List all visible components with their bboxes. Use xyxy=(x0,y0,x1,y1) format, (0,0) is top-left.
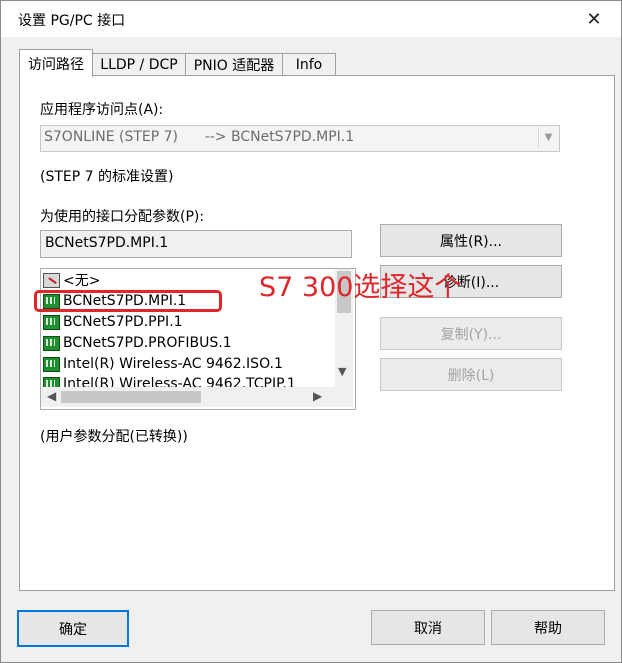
tab-access-path[interactable]: 访问路径 xyxy=(19,49,93,77)
list-item[interactable]: Intel(R) Wireless-AC 9462.ISO.1 xyxy=(43,354,283,374)
tab-pnio-adapter[interactable]: PNIO 适配器 xyxy=(185,53,283,76)
interface-param-label: 为使用的接口分配参数(P): xyxy=(40,209,205,225)
button-label: 属性(R)... xyxy=(439,233,502,250)
chevron-left-icon[interactable]: ◀ xyxy=(47,389,56,403)
vertical-scrollbar[interactable]: ▼ xyxy=(335,269,353,387)
list-item[interactable]: BCNetS7PD.PROFIBUS.1 xyxy=(43,333,232,353)
scrollbar-corner xyxy=(335,387,353,407)
interface-param-field[interactable]: BCNetS7PD.MPI.1 xyxy=(40,230,352,258)
diagnostics-button[interactable]: 诊断(I)... xyxy=(380,265,562,298)
tab-label: LLDP / DCP xyxy=(100,57,178,73)
help-button[interactable]: 帮助 xyxy=(491,610,605,645)
network-card-icon xyxy=(43,293,60,309)
access-point-combobox[interactable]: S7ONLINE (STEP 7) --> BCNetS7PD.MPI.1 ▼ xyxy=(40,125,560,152)
button-label: 帮助 xyxy=(534,620,562,637)
param-status-text: (用户参数分配(已转换)) xyxy=(40,429,188,445)
list-item-label: <无> xyxy=(63,273,101,289)
dialog-window: 设置 PG/PC 接口 ✕ 访问路径 LLDP / DCP PNIO 适配器 I… xyxy=(0,0,622,663)
tab-info[interactable]: Info xyxy=(282,53,336,76)
scroll-thumb[interactable] xyxy=(61,391,201,403)
list-item-label: Intel(R) Wireless-AC 9462.ISO.1 xyxy=(63,356,283,372)
no-interface-icon xyxy=(43,272,60,288)
close-icon: ✕ xyxy=(586,8,602,30)
tab-lldp-dcp[interactable]: LLDP / DCP xyxy=(92,53,186,76)
chevron-right-icon[interactable]: ▶ xyxy=(313,389,322,403)
tab-label: PNIO 适配器 xyxy=(193,58,275,74)
tab-label: 访问路径 xyxy=(28,56,84,73)
title-bar: 设置 PG/PC 接口 ✕ xyxy=(1,1,621,37)
close-button[interactable]: ✕ xyxy=(577,5,611,33)
list-item[interactable]: <无> xyxy=(43,270,100,290)
button-label: 复制(Y)... xyxy=(440,326,502,343)
scroll-thumb[interactable] xyxy=(337,271,351,313)
button-label: 确定 xyxy=(59,621,87,638)
list-item[interactable]: BCNetS7PD.PPI.1 xyxy=(43,312,183,332)
access-point-label: 应用程序访问点(A): xyxy=(40,102,164,118)
button-label: 删除(L) xyxy=(447,367,495,384)
delete-button[interactable]: 删除(L) xyxy=(380,358,562,391)
ok-button[interactable]: 确定 xyxy=(17,610,129,647)
cancel-button[interactable]: 取消 xyxy=(371,610,485,645)
interface-param-value: BCNetS7PD.MPI.1 xyxy=(45,235,169,251)
standard-setting-note: (STEP 7 的标准设置) xyxy=(40,169,174,185)
interface-listbox[interactable]: <无> BCNetS7PD.MPI.1 BCNetS7PD.PPI.1 BCNe… xyxy=(40,268,356,410)
access-path-panel: 应用程序访问点(A): S7ONLINE (STEP 7) --> BCNetS… xyxy=(19,75,615,591)
list-item-label: BCNetS7PD.PROFIBUS.1 xyxy=(63,335,232,351)
access-point-value: S7ONLINE (STEP 7) --> BCNetS7PD.MPI.1 xyxy=(44,129,355,145)
tab-label: Info xyxy=(295,57,323,73)
button-label: 取消 xyxy=(414,620,442,637)
properties-button[interactable]: 属性(R)... xyxy=(380,224,562,257)
button-label: 诊断(I)... xyxy=(442,274,500,291)
list-item[interactable]: BCNetS7PD.MPI.1 xyxy=(43,291,186,311)
chevron-down-icon: ▼ xyxy=(538,127,558,148)
list-item-label: BCNetS7PD.PPI.1 xyxy=(63,314,183,330)
chevron-down-icon[interactable]: ▼ xyxy=(338,365,346,378)
network-card-icon xyxy=(43,314,60,330)
horizontal-scrollbar[interactable]: ◀ ▶ xyxy=(41,387,335,407)
copy-button[interactable]: 复制(Y)... xyxy=(380,317,562,350)
list-item-label: BCNetS7PD.MPI.1 xyxy=(63,293,187,309)
window-title: 设置 PG/PC 接口 xyxy=(18,13,126,29)
network-card-icon xyxy=(43,335,60,351)
network-card-icon xyxy=(43,356,60,372)
